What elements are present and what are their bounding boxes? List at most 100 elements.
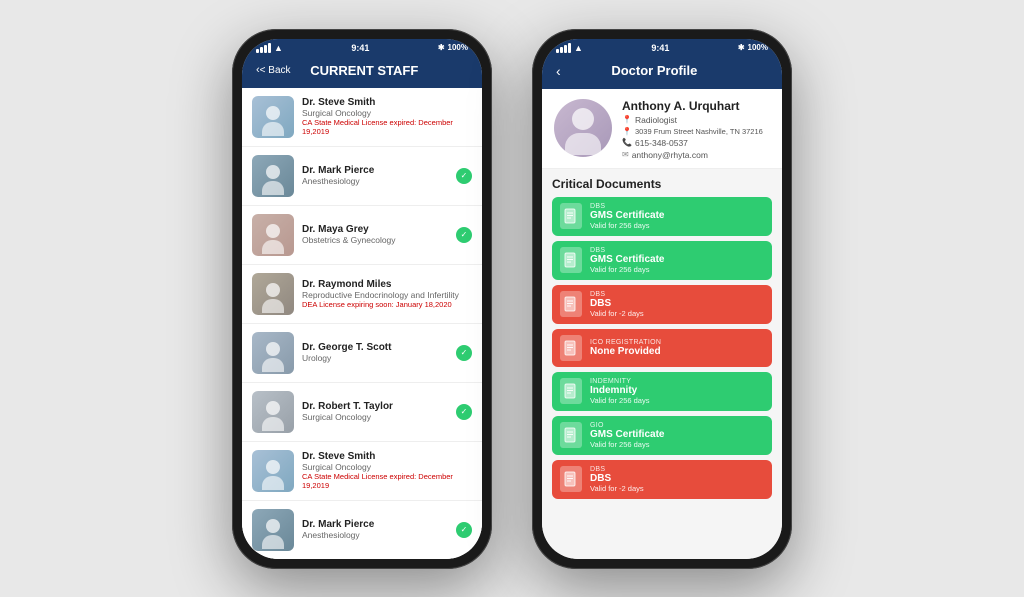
staff-name: Dr. Robert T. Taylor	[302, 401, 448, 412]
doctor-profile-header: Anthony A. Urquhart 📍 Radiologist 📍 3039…	[542, 89, 782, 169]
staff-avatar	[252, 214, 294, 256]
doc-validity: Valid for 256 days	[590, 440, 764, 449]
avatar-body	[262, 417, 284, 431]
avatar-body	[565, 133, 601, 155]
phone-2-screen: ▲ 9:41 ✱ 100% ‹ Doctor Profile	[542, 39, 782, 559]
avatar-head	[266, 460, 280, 474]
doc-card[interactable]: DBS GMS Certificate Valid for 256 days	[552, 241, 772, 280]
role-icon: 📍	[622, 115, 632, 124]
doc-info: GIO GMS Certificate Valid for 256 days	[590, 422, 764, 449]
avatar-person	[252, 332, 294, 374]
staff-item[interactable]: Dr. Steve SmithSurgical OncologyCA State…	[242, 442, 482, 501]
staff-list[interactable]: Dr. Steve SmithSurgical OncologyCA State…	[242, 88, 482, 559]
staff-avatar	[252, 450, 294, 492]
doctor-name: Anthony A. Urquhart	[622, 99, 770, 113]
right-icons-1: ✱ 100%	[438, 43, 468, 52]
critical-docs-title: Critical Documents	[552, 177, 772, 191]
doc-type: DBS	[590, 247, 764, 254]
doctor-address: 📍 3039 Frum Street Nashville, TN 37216	[622, 127, 770, 136]
staff-specialty: Surgical Oncology	[302, 108, 472, 118]
bar4	[268, 43, 271, 53]
staff-avatar	[252, 155, 294, 197]
doc-card[interactable]: DBS DBS Valid for -2 days	[552, 460, 772, 499]
doc-icon	[560, 378, 582, 404]
staff-avatar	[252, 391, 294, 433]
signal-area-2: ▲	[556, 43, 583, 53]
battery-2: 100%	[748, 43, 768, 52]
time-1: 9:41	[351, 43, 369, 53]
avatar-person	[554, 99, 612, 157]
avatar-head	[266, 401, 280, 415]
staff-avatar	[252, 332, 294, 374]
doc-card[interactable]: ICO REGISTRATION None Provided	[552, 329, 772, 367]
avatar-head	[266, 165, 280, 179]
doc-name: GMS Certificate	[590, 254, 764, 265]
doc-info: INDEMNITY Indemnity Valid for 256 days	[590, 378, 764, 405]
role-text: Radiologist	[635, 115, 677, 125]
doc-type: DBS	[590, 466, 764, 473]
avatar-head	[572, 108, 594, 130]
doc-name: GMS Certificate	[590, 210, 764, 221]
doc-card[interactable]: INDEMNITY Indemnity Valid for 256 days	[552, 372, 772, 411]
doctor-role: 📍 Radiologist	[622, 115, 770, 125]
doc-info: ICO REGISTRATION None Provided	[590, 339, 764, 357]
staff-item[interactable]: Dr. Maya GreyObstetrics & Gynecology✓	[242, 206, 482, 265]
staff-info: Dr. Mark PierceAnesthesiology	[302, 165, 448, 186]
doctor-email: ✉ anthony@rhyta.com	[622, 150, 770, 160]
doc-name: None Provided	[590, 346, 764, 357]
staff-info: Dr. Maya GreyObstetrics & Gynecology	[302, 224, 448, 245]
doc-card[interactable]: DBS GMS Certificate Valid for 256 days	[552, 197, 772, 236]
back-button[interactable]: ‹ < Back	[256, 64, 291, 76]
avatar-person	[252, 450, 294, 492]
check-icon: ✓	[456, 404, 472, 420]
wifi-icon-1: ▲	[274, 43, 283, 53]
staff-specialty: Surgical Oncology	[302, 412, 448, 422]
avatar-body	[262, 240, 284, 254]
doctor-phone: 📞 615-348-0537	[622, 138, 770, 148]
bar2	[260, 47, 263, 53]
staff-warning: CA State Medical License expired: Decemb…	[302, 472, 472, 490]
staff-specialty: Surgical Oncology	[302, 462, 472, 472]
address-text: 3039 Frum Street Nashville, TN 37216	[635, 127, 763, 136]
phone-1: ▲ 9:41 ✱ 100% ‹ < Back CURRENT STAFF Dr.…	[232, 29, 492, 569]
check-icon: ✓	[456, 522, 472, 538]
doc-info: DBS GMS Certificate Valid for 256 days	[590, 203, 764, 230]
doc-validity: Valid for 256 days	[590, 396, 764, 405]
staff-item[interactable]: Dr. Robert T. TaylorSurgical Oncology ✓	[242, 383, 482, 442]
doc-card[interactable]: GIO GMS Certificate Valid for 256 days	[552, 416, 772, 455]
doc-card[interactable]: DBS DBS Valid for -2 days	[552, 285, 772, 324]
check-icon: ✓	[456, 345, 472, 361]
phone-text: 615-348-0537	[635, 138, 688, 148]
bar2	[560, 47, 563, 53]
staff-item[interactable]: Dr. Mark PierceAnesthesiology ✓	[242, 147, 482, 206]
avatar-body	[262, 122, 284, 136]
doc-type: DBS	[590, 291, 764, 298]
email-icon: ✉	[622, 150, 629, 159]
staff-item[interactable]: Dr. George T. ScottUrology✓	[242, 324, 482, 383]
staff-item[interactable]: Dr. Raymond MilesReproductive Endocrinol…	[242, 265, 482, 324]
avatar-person	[252, 155, 294, 197]
staff-item[interactable]: Dr. Steve SmithSurgical OncologyCA State…	[242, 88, 482, 147]
doc-info: DBS DBS Valid for -2 days	[590, 291, 764, 318]
doc-type: DBS	[590, 203, 764, 210]
doc-name: GMS Certificate	[590, 429, 764, 440]
avatar-head	[266, 224, 280, 238]
doc-validity: Valid for 256 days	[590, 265, 764, 274]
bar1	[256, 49, 259, 53]
battery-1: 100%	[448, 43, 468, 52]
signal-bars-1	[256, 43, 271, 53]
avatar-person	[252, 391, 294, 433]
doc-name: DBS	[590, 473, 764, 484]
staff-title: CURRENT STAFF	[291, 63, 438, 78]
doctor-avatar	[554, 99, 612, 157]
avatar-body	[262, 476, 284, 490]
check-icon: ✓	[456, 168, 472, 184]
phone-2: ▲ 9:41 ✱ 100% ‹ Doctor Profile	[532, 29, 792, 569]
docs-list[interactable]: DBS GMS Certificate Valid for 256 days D…	[552, 197, 772, 499]
avatar-body	[262, 299, 284, 313]
avatar-person	[252, 509, 294, 551]
doc-type: GIO	[590, 422, 764, 429]
doc-name: Indemnity	[590, 385, 764, 396]
staff-item[interactable]: Dr. Mark PierceAnesthesiology✓	[242, 501, 482, 559]
bluetooth-icon-1: ✱	[438, 43, 445, 52]
